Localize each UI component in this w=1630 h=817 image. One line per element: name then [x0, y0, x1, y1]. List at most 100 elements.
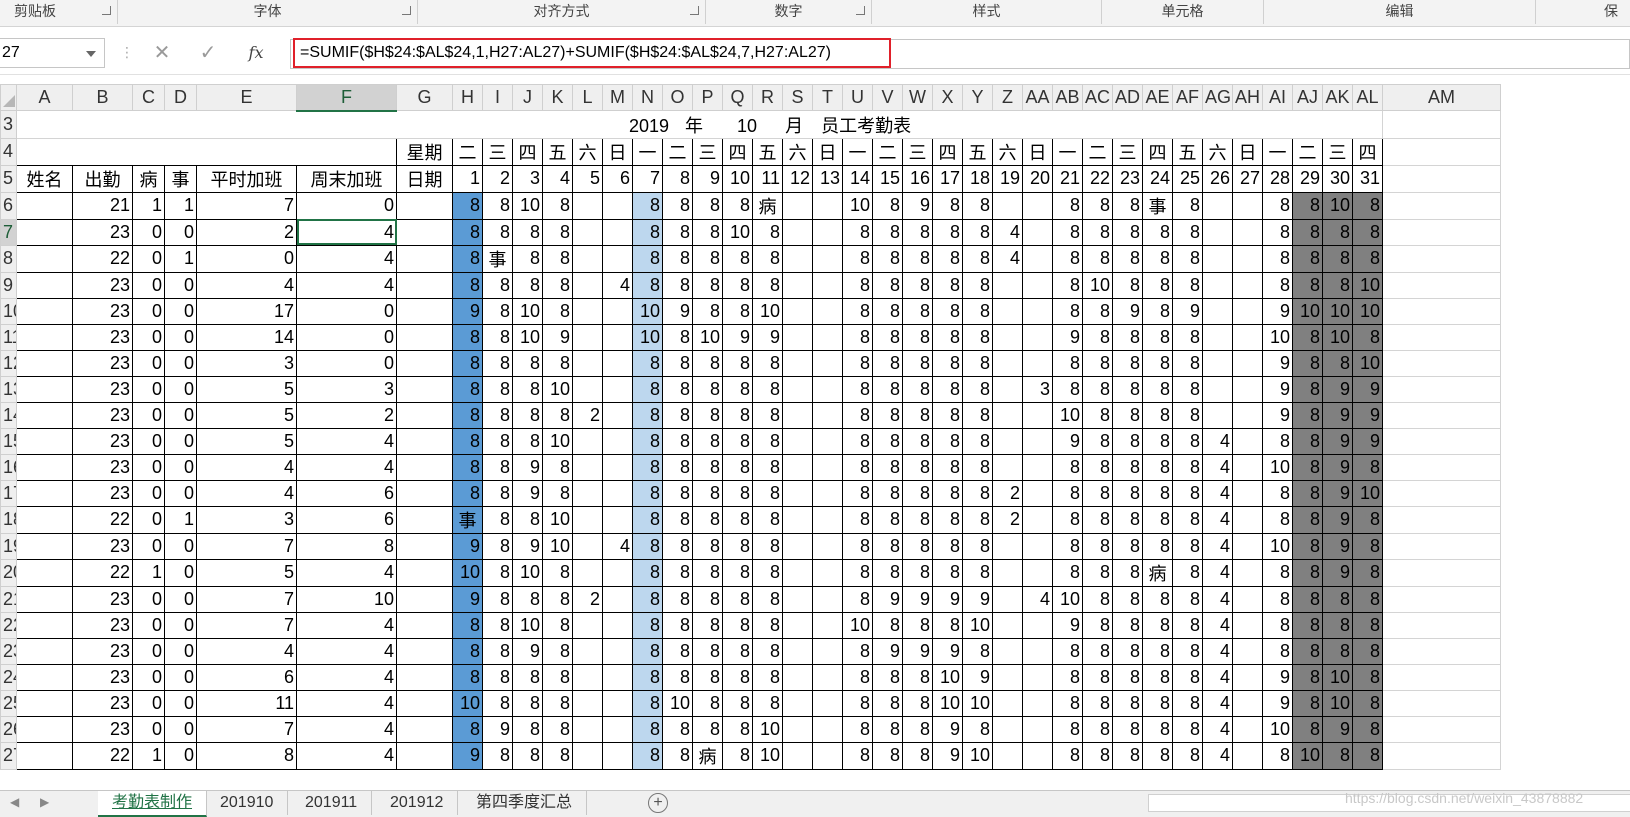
day-cell[interactable]: 9: [1052, 611, 1083, 639]
cell-weekday-ot[interactable]: 6: [196, 663, 297, 691]
day-cell[interactable]: 8: [542, 741, 573, 770]
cell-date-label[interactable]: [396, 218, 453, 246]
day-cell[interactable]: 8: [962, 218, 993, 246]
day-cell[interactable]: 9: [1172, 297, 1203, 325]
weekday-cell[interactable]: 日: [602, 137, 633, 166]
day-cell[interactable]: 9: [1262, 349, 1293, 377]
day-cell[interactable]: 8: [1292, 558, 1323, 587]
day-cell[interactable]: 8: [692, 453, 723, 481]
day-cell[interactable]: [782, 532, 813, 560]
cell-sick[interactable]: 0: [132, 271, 165, 299]
day-cell[interactable]: 10: [1052, 401, 1083, 429]
day-cell[interactable]: 8: [1052, 191, 1083, 220]
day-cell[interactable]: 8: [1172, 479, 1203, 507]
day-cell[interactable]: 8: [902, 271, 933, 299]
day-cell[interactable]: 8: [482, 689, 513, 717]
day-cell[interactable]: 8: [1292, 715, 1323, 743]
day-cell[interactable]: 4: [1202, 585, 1233, 613]
day-cell[interactable]: [812, 663, 843, 691]
day-cell[interactable]: 8: [452, 401, 483, 429]
day-cell[interactable]: 8: [1292, 427, 1323, 455]
day-cell[interactable]: [812, 532, 843, 560]
cell-weekend-ot[interactable]: 4: [296, 715, 397, 743]
day-cell[interactable]: [602, 427, 633, 455]
date-cell[interactable]: 6: [602, 164, 633, 193]
sheet-title-cell[interactable]: 2019 年 10 月员工考勤表: [16, 110, 1383, 139]
day-cell[interactable]: 8: [632, 663, 663, 691]
day-cell[interactable]: 9: [512, 479, 543, 507]
day-cell[interactable]: 8: [1352, 191, 1383, 220]
day-cell[interactable]: [1022, 663, 1053, 691]
day-cell[interactable]: 10: [1322, 689, 1353, 717]
day-cell[interactable]: 8: [1352, 453, 1383, 481]
day-cell[interactable]: [1022, 532, 1053, 560]
day-cell[interactable]: 8: [1262, 479, 1293, 507]
date-cell[interactable]: 5: [572, 164, 603, 193]
day-cell[interactable]: 8: [1262, 741, 1293, 770]
day-cell[interactable]: [1022, 349, 1053, 377]
day-cell[interactable]: [1022, 505, 1053, 534]
day-cell[interactable]: 8: [842, 558, 873, 587]
day-cell[interactable]: 8: [722, 244, 753, 273]
day-cell[interactable]: 8: [1052, 479, 1083, 507]
day-cell[interactable]: [602, 191, 633, 220]
day-cell[interactable]: 8: [872, 271, 903, 299]
day-cell[interactable]: 9: [512, 532, 543, 560]
day-cell[interactable]: 8: [452, 323, 483, 351]
day-cell[interactable]: 8: [902, 715, 933, 743]
day-cell[interactable]: [572, 191, 603, 220]
column-header-y[interactable]: Y: [962, 84, 993, 111]
row-header[interactable]: 5: [0, 164, 17, 193]
cell-name[interactable]: [16, 663, 73, 691]
day-cell[interactable]: [1232, 532, 1263, 560]
day-cell[interactable]: 8: [1142, 349, 1173, 377]
day-cell[interactable]: [812, 401, 843, 429]
day-cell[interactable]: [812, 453, 843, 481]
cell-sick[interactable]: 1: [132, 191, 165, 220]
day-cell[interactable]: 8: [512, 427, 543, 455]
day-cell[interactable]: 8: [1052, 297, 1083, 325]
day-cell[interactable]: 8: [1052, 558, 1083, 587]
day-cell[interactable]: 4: [1202, 532, 1233, 560]
day-cell[interactable]: [1232, 663, 1263, 691]
day-cell[interactable]: 9: [1322, 427, 1353, 455]
cell-weekend-ot[interactable]: 0: [296, 349, 397, 377]
day-cell[interactable]: [812, 741, 843, 770]
day-cell[interactable]: 8: [902, 689, 933, 717]
date-cell[interactable]: 29: [1292, 164, 1323, 193]
day-cell[interactable]: 8: [632, 741, 663, 770]
date-cell[interactable]: 27: [1232, 164, 1263, 193]
column-header-ac[interactable]: AC: [1082, 84, 1113, 111]
day-cell[interactable]: 9: [932, 585, 963, 613]
day-cell[interactable]: 8: [752, 244, 783, 273]
day-cell[interactable]: [1202, 244, 1233, 273]
day-cell[interactable]: [1022, 191, 1053, 220]
day-cell[interactable]: 10: [632, 297, 663, 325]
day-cell[interactable]: 8: [1112, 271, 1143, 299]
day-cell[interactable]: 4: [1202, 689, 1233, 717]
date-cell[interactable]: 26: [1202, 164, 1233, 193]
cell-sick[interactable]: 0: [132, 532, 165, 560]
day-cell[interactable]: 8: [1082, 191, 1113, 220]
day-cell[interactable]: 8: [482, 558, 513, 587]
cell-sick[interactable]: 0: [132, 479, 165, 507]
cell-leave[interactable]: 0: [164, 741, 197, 770]
row-header[interactable]: 13: [0, 375, 17, 403]
day-cell[interactable]: 8: [1052, 663, 1083, 691]
cell-weekend-ot[interactable]: 4: [296, 558, 397, 587]
column-header-ak[interactable]: AK: [1322, 84, 1353, 111]
cell-name[interactable]: [16, 297, 73, 325]
cell-name[interactable]: [16, 689, 73, 717]
sheet-tab[interactable]: 201910: [206, 791, 289, 815]
day-cell[interactable]: 9: [1262, 375, 1293, 403]
day-cell[interactable]: 8: [1292, 689, 1323, 717]
day-cell[interactable]: [782, 297, 813, 325]
column-header-k[interactable]: K: [542, 84, 573, 111]
enter-icon[interactable]: ✓: [196, 40, 220, 66]
cell-name[interactable]: [16, 323, 73, 351]
day-cell[interactable]: 8: [1172, 637, 1203, 665]
day-cell[interactable]: 8: [692, 558, 723, 587]
day-cell[interactable]: 10: [1292, 297, 1323, 325]
day-cell[interactable]: 8: [1292, 479, 1323, 507]
day-cell[interactable]: 8: [662, 191, 693, 220]
